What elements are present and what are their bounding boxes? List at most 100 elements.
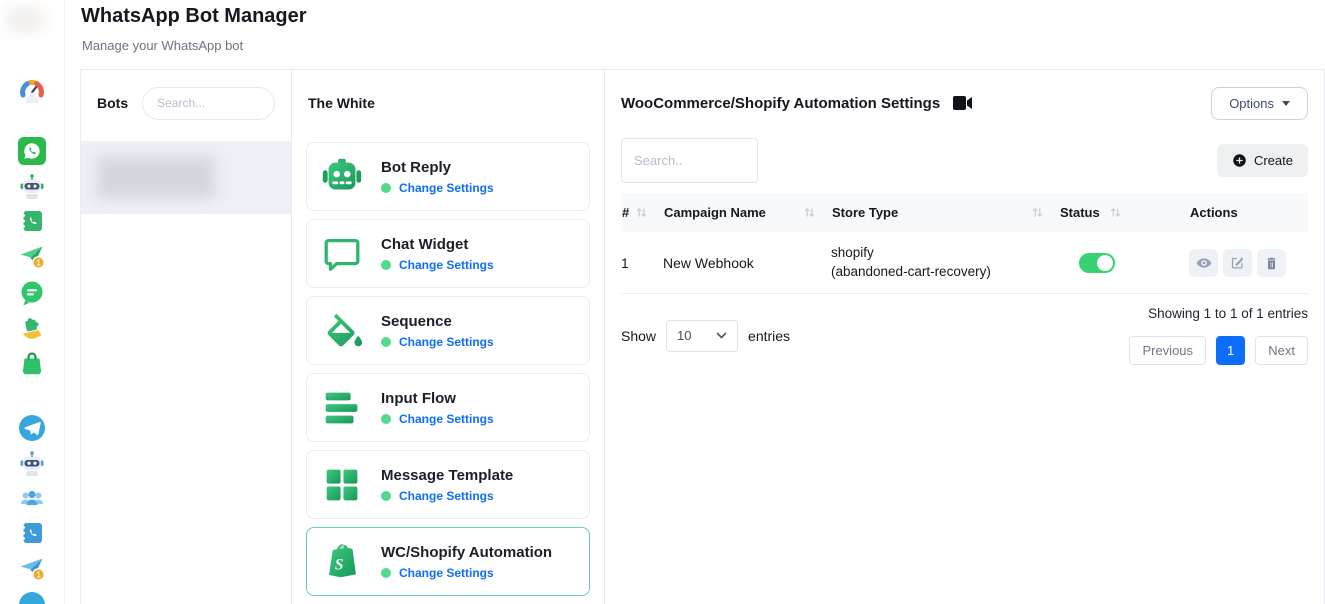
sidebar-item-whatsapp-store[interactable] [18,349,46,377]
sequence-icon [319,308,365,354]
whatsapp-icon [18,137,46,165]
column-header-status[interactable]: Status [1059,205,1189,220]
menu-item-label: Chat Widget [381,236,494,253]
column-header-campaign-name[interactable]: Campaign Name [663,205,831,220]
menu-item-label: Bot Reply [381,159,494,176]
status-dot [381,491,391,501]
telegram-chat-icon [18,591,46,604]
change-settings-link[interactable]: Change Settings [399,489,494,503]
sidebar-item-telegram-broadcast[interactable]: 1 [18,554,46,582]
sidebar-item-dashboard[interactable] [18,76,46,104]
sidebar-item-telegram[interactable] [18,414,46,442]
sidebar-item-telegram-contacts[interactable] [18,519,46,547]
whatsapp-store-icon [18,349,46,377]
status-toggle-on[interactable] [1079,253,1115,273]
table-header: # Campaign Name Store Type Status [621,193,1308,232]
sidebar-item-whatsapp-broadcast[interactable]: 1 [18,242,46,270]
pagination: Previous 1 Next [1129,336,1308,365]
menu-card-message-template[interactable]: Message Template Change Settings [306,450,590,519]
view-icon [1196,255,1212,271]
status-dot [381,568,391,578]
page-title: WhatsApp Bot Manager [81,5,307,28]
sort-icon [804,207,815,218]
sidebar-item-telegram-bot[interactable] [18,449,46,477]
column-header-store-type[interactable]: Store Type [831,205,1059,220]
sort-icon [636,207,647,218]
delete-button[interactable] [1257,249,1286,277]
sort-icon [1110,207,1121,218]
create-button[interactable]: Create [1217,144,1308,177]
automation-title: WooCommerce/Shopify Automation Settings [621,95,940,112]
bot-list-item-selected[interactable] [81,141,291,214]
sidebar-item-whatsapp[interactable] [18,137,46,165]
sidebar-item-whatsapp-integrations[interactable] [18,314,46,342]
sidebar-item-whatsapp-bot[interactable] [18,172,46,200]
sidebar-item-whatsapp-chat[interactable] [18,279,46,307]
sidebar-item-telegram-chat[interactable] [18,591,46,604]
menu-card-input-flow[interactable]: Input Flow Change Settings [306,373,590,442]
app-logo-blurred [8,8,44,32]
app-sidebar: 1 [0,0,65,604]
results-summary: Showing 1 to 1 of 1 entries [1148,306,1308,321]
previous-button[interactable]: Previous [1129,336,1206,365]
input-flow-icon [319,385,365,431]
shopify-icon: S [319,539,365,585]
page-subtitle: Manage your WhatsApp bot [82,38,243,53]
bot-menu-title: The White [292,70,604,136]
change-settings-link[interactable]: Change Settings [399,335,494,349]
options-button[interactable]: Options [1211,87,1308,120]
edit-button[interactable] [1223,249,1252,277]
page-size-select[interactable]: 10 [666,320,738,352]
edit-icon [1230,255,1245,270]
show-label: Show [621,328,656,344]
change-settings-link[interactable]: Change Settings [399,412,494,426]
campaigns-search-input[interactable] [621,138,758,183]
page-size-value: 10 [677,328,691,343]
menu-card-chat-widget[interactable]: Chat Widget Change Settings [306,219,590,288]
dashboard-icon [18,76,46,104]
telegram-bot-icon [18,449,46,477]
telegram-groups-icon [18,484,46,512]
entries-label: entries [748,328,790,344]
app-window: 1 [0,0,1325,604]
sidebar-item-telegram-groups[interactable] [18,484,46,512]
caret-down-icon [1282,101,1290,106]
campaigns-table: # Campaign Name Store Type Status [621,193,1308,294]
telegram-contacts-icon [18,519,46,547]
bot-reply-icon [319,154,365,200]
menu-card-wc-shopify-automation[interactable]: S WC/Shopify Automation Change Settings [306,527,590,596]
sort-icon [1032,207,1043,218]
bot-menu-panel: The White [292,70,605,604]
cell-campaign-name: New Webhook [663,255,831,271]
notification-badge: 1 [36,570,41,579]
bots-search-input[interactable] [142,87,275,120]
page-1-button[interactable]: 1 [1216,336,1245,365]
change-settings-link[interactable]: Change Settings [399,258,494,272]
view-button[interactable] [1189,249,1218,277]
delete-icon [1264,255,1279,271]
status-dot [381,337,391,347]
video-camera-icon[interactable] [953,96,972,110]
menu-item-label: Message Template [381,467,513,484]
bot-name-blurred [97,157,215,198]
create-button-label: Create [1254,153,1293,168]
menu-item-label: WC/Shopify Automation [381,544,552,561]
options-button-label: Options [1229,96,1274,111]
bots-panel-title: Bots [97,95,128,111]
svg-text:S: S [335,556,344,573]
change-settings-link[interactable]: Change Settings [399,566,494,580]
chat-widget-icon [319,231,365,277]
whatsapp-contacts-icon [18,207,46,235]
column-header-actions: Actions [1189,205,1308,220]
plus-circle-icon [1232,153,1247,168]
chevron-down-icon [716,332,727,339]
column-header-index[interactable]: # [621,205,663,220]
change-settings-link[interactable]: Change Settings [399,181,494,195]
status-dot [381,183,391,193]
toggle-knob [1097,255,1113,271]
menu-card-sequence[interactable]: Sequence Change Settings [306,296,590,365]
sidebar-item-whatsapp-contacts[interactable] [18,207,46,235]
menu-card-bot-reply[interactable]: Bot Reply Change Settings [306,142,590,211]
telegram-broadcast-icon: 1 [18,554,46,582]
next-button[interactable]: Next [1255,336,1308,365]
